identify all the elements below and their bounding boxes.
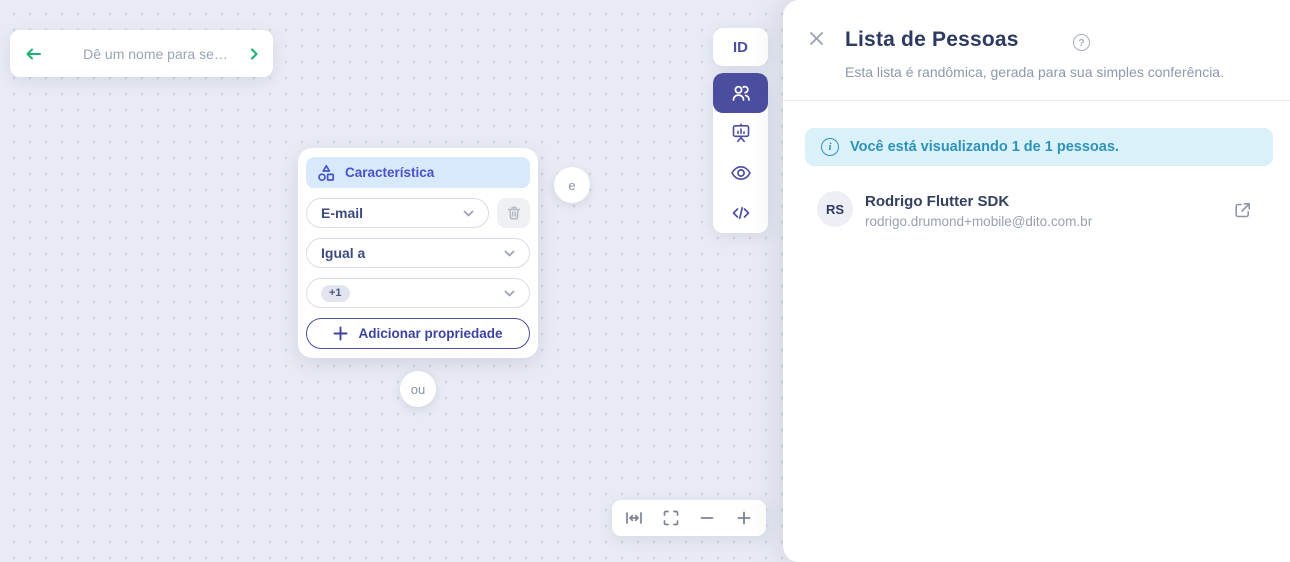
values-select[interactable]: +1 <box>306 278 530 308</box>
external-link-icon <box>1232 200 1253 222</box>
and-connector-label: e <box>568 177 576 193</box>
operator-select[interactable]: Igual a <box>306 238 530 268</box>
panel-divider <box>783 100 1290 101</box>
and-connector-node[interactable]: e <box>554 167 590 203</box>
open-person-button[interactable] <box>1232 200 1254 222</box>
viewing-count-alert: i Você está visualizando 1 de 1 pessoas. <box>805 128 1273 166</box>
id-tool-button[interactable]: ID <box>713 28 768 66</box>
panel-title: Lista de Pessoas <box>845 28 1019 51</box>
chevron-down-icon <box>461 206 476 221</box>
segment-name-input[interactable] <box>65 45 246 62</box>
node-card-title: Característica <box>345 165 435 180</box>
delete-condition-button[interactable] <box>497 198 530 228</box>
or-connector-label: ou <box>410 381 426 397</box>
operator-select-value: Igual a <box>321 245 366 261</box>
code-tool-button[interactable] <box>713 193 768 233</box>
preview-tool-button[interactable] <box>713 153 768 193</box>
presentation-tool-button[interactable] <box>713 113 768 153</box>
zoom-out-button[interactable] <box>692 503 722 533</box>
fullscreen-icon <box>661 508 681 528</box>
add-property-button[interactable]: Adicionar propriedade <box>306 318 530 349</box>
values-count-badge: +1 <box>321 284 350 302</box>
fit-width-icon <box>624 508 644 528</box>
add-property-label: Adicionar propriedade <box>358 326 503 341</box>
person-list-item: RS Rodrigo Flutter SDK rodrigo.drumond+m… <box>783 188 1290 236</box>
people-icon <box>729 81 753 105</box>
property-select[interactable]: E-mail <box>306 198 489 228</box>
node-card-header: Característica <box>306 157 530 188</box>
chevron-right-icon <box>246 46 262 62</box>
back-button[interactable] <box>24 45 43 63</box>
presentation-chart-icon <box>729 121 753 145</box>
people-list-panel: Lista de Pessoas ? Esta lista é randômic… <box>783 0 1290 562</box>
viewing-count-text: Você está visualizando 1 de 1 pessoas. <box>850 139 1119 155</box>
characteristic-node-card: Característica E-mail Igual a +1 Adicion… <box>298 148 538 358</box>
id-tool-label: ID <box>733 38 748 56</box>
shapes-icon <box>316 163 336 183</box>
canvas-toolbar <box>713 73 768 233</box>
fullscreen-button[interactable] <box>656 503 686 533</box>
code-icon <box>729 201 753 225</box>
arrow-left-icon <box>24 45 43 63</box>
close-panel-button[interactable] <box>807 29 827 49</box>
plus-icon <box>735 509 753 527</box>
segment-name-bar <box>10 30 273 77</box>
avatar: RS <box>817 191 853 227</box>
people-tool-button[interactable] <box>713 73 768 113</box>
submit-name-button[interactable] <box>246 46 262 62</box>
plus-icon <box>333 326 348 341</box>
or-connector-node[interactable]: ou <box>400 371 436 407</box>
zoom-controls <box>612 500 766 536</box>
fit-width-button[interactable] <box>619 503 649 533</box>
person-name: Rodrigo Flutter SDK <box>865 193 1010 210</box>
minus-icon <box>698 509 716 527</box>
person-email: rodrigo.drumond+mobile@dito.com.br <box>865 214 1093 229</box>
zoom-in-button[interactable] <box>729 503 759 533</box>
info-icon: i <box>821 138 839 156</box>
trash-icon <box>505 204 523 222</box>
close-icon <box>807 29 826 49</box>
property-select-value: E-mail <box>321 205 364 221</box>
chevron-down-icon <box>502 286 517 301</box>
chevron-down-icon <box>502 246 517 261</box>
eye-icon <box>729 161 753 185</box>
avatar-initials: RS <box>825 201 845 217</box>
help-icon[interactable]: ? <box>1073 34 1090 51</box>
panel-subtitle: Esta lista é randômica, gerada para sua … <box>845 64 1224 80</box>
